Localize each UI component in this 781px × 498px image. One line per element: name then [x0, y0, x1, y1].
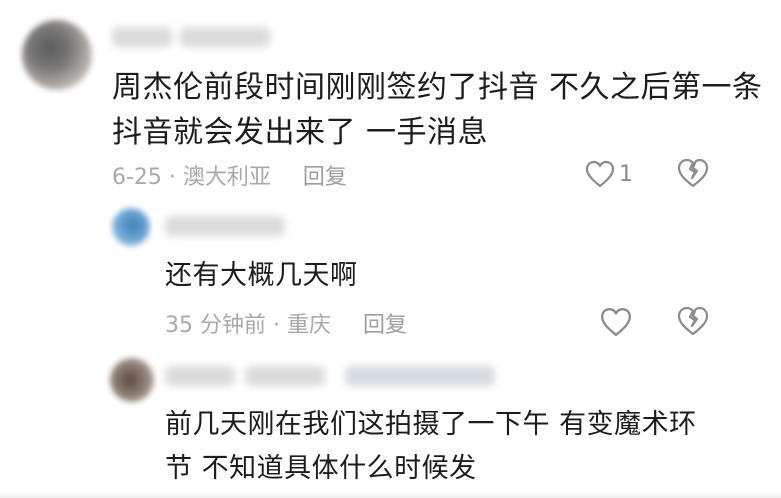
comment-text-line: 前几天刚在我们这拍摄了一下午 有变魔术环: [165, 409, 697, 440]
comment-text-line: 节 不知道具体什么时候发: [165, 453, 477, 484]
like-count: 1: [619, 161, 633, 187]
username-blurred[interactable]: [165, 366, 235, 386]
comment-text-line: 还有大概几天啊: [165, 260, 358, 291]
avatar[interactable]: [22, 20, 92, 90]
heart-outline-icon: [600, 307, 632, 337]
dislike-button[interactable]: [677, 306, 709, 336]
like-button[interactable]: 1: [585, 160, 633, 188]
broken-heart-icon: [677, 306, 709, 336]
comment-meta: 35 分钟前 · 重庆 回复: [165, 306, 407, 340]
heart-outline-icon: [585, 160, 615, 188]
reply-button[interactable]: 回复: [363, 307, 407, 339]
username-blurred[interactable]: [165, 216, 285, 236]
comment-text-line: 周杰伦前段时间刚刚签约了抖音 不久之后第一条: [112, 70, 763, 105]
comment-thread: 周杰伦前段时间刚刚签约了抖音 不久之后第一条 抖音就会发出来了 一手消息 6-2…: [0, 0, 781, 498]
username-blurred: [180, 27, 270, 47]
username-blurred[interactable]: [112, 27, 172, 47]
avatar[interactable]: [112, 208, 150, 246]
reply-button[interactable]: 回复: [303, 159, 347, 191]
comment-date-location: 35 分钟前 · 重庆: [165, 313, 331, 338]
username-blurred: [245, 366, 325, 386]
dislike-button[interactable]: [677, 158, 709, 188]
broken-heart-icon: [677, 158, 709, 188]
comment-text-line: 抖音就会发出来了 一手消息: [112, 115, 489, 150]
comment-date-location: 6-25 · 澳大利亚: [112, 165, 271, 190]
avatar[interactable]: [110, 358, 154, 402]
username-blurred: [345, 366, 495, 386]
bottom-edge: [0, 490, 781, 498]
like-button[interactable]: [600, 307, 632, 337]
comment-meta: 6-25 · 澳大利亚 回复: [112, 158, 347, 192]
